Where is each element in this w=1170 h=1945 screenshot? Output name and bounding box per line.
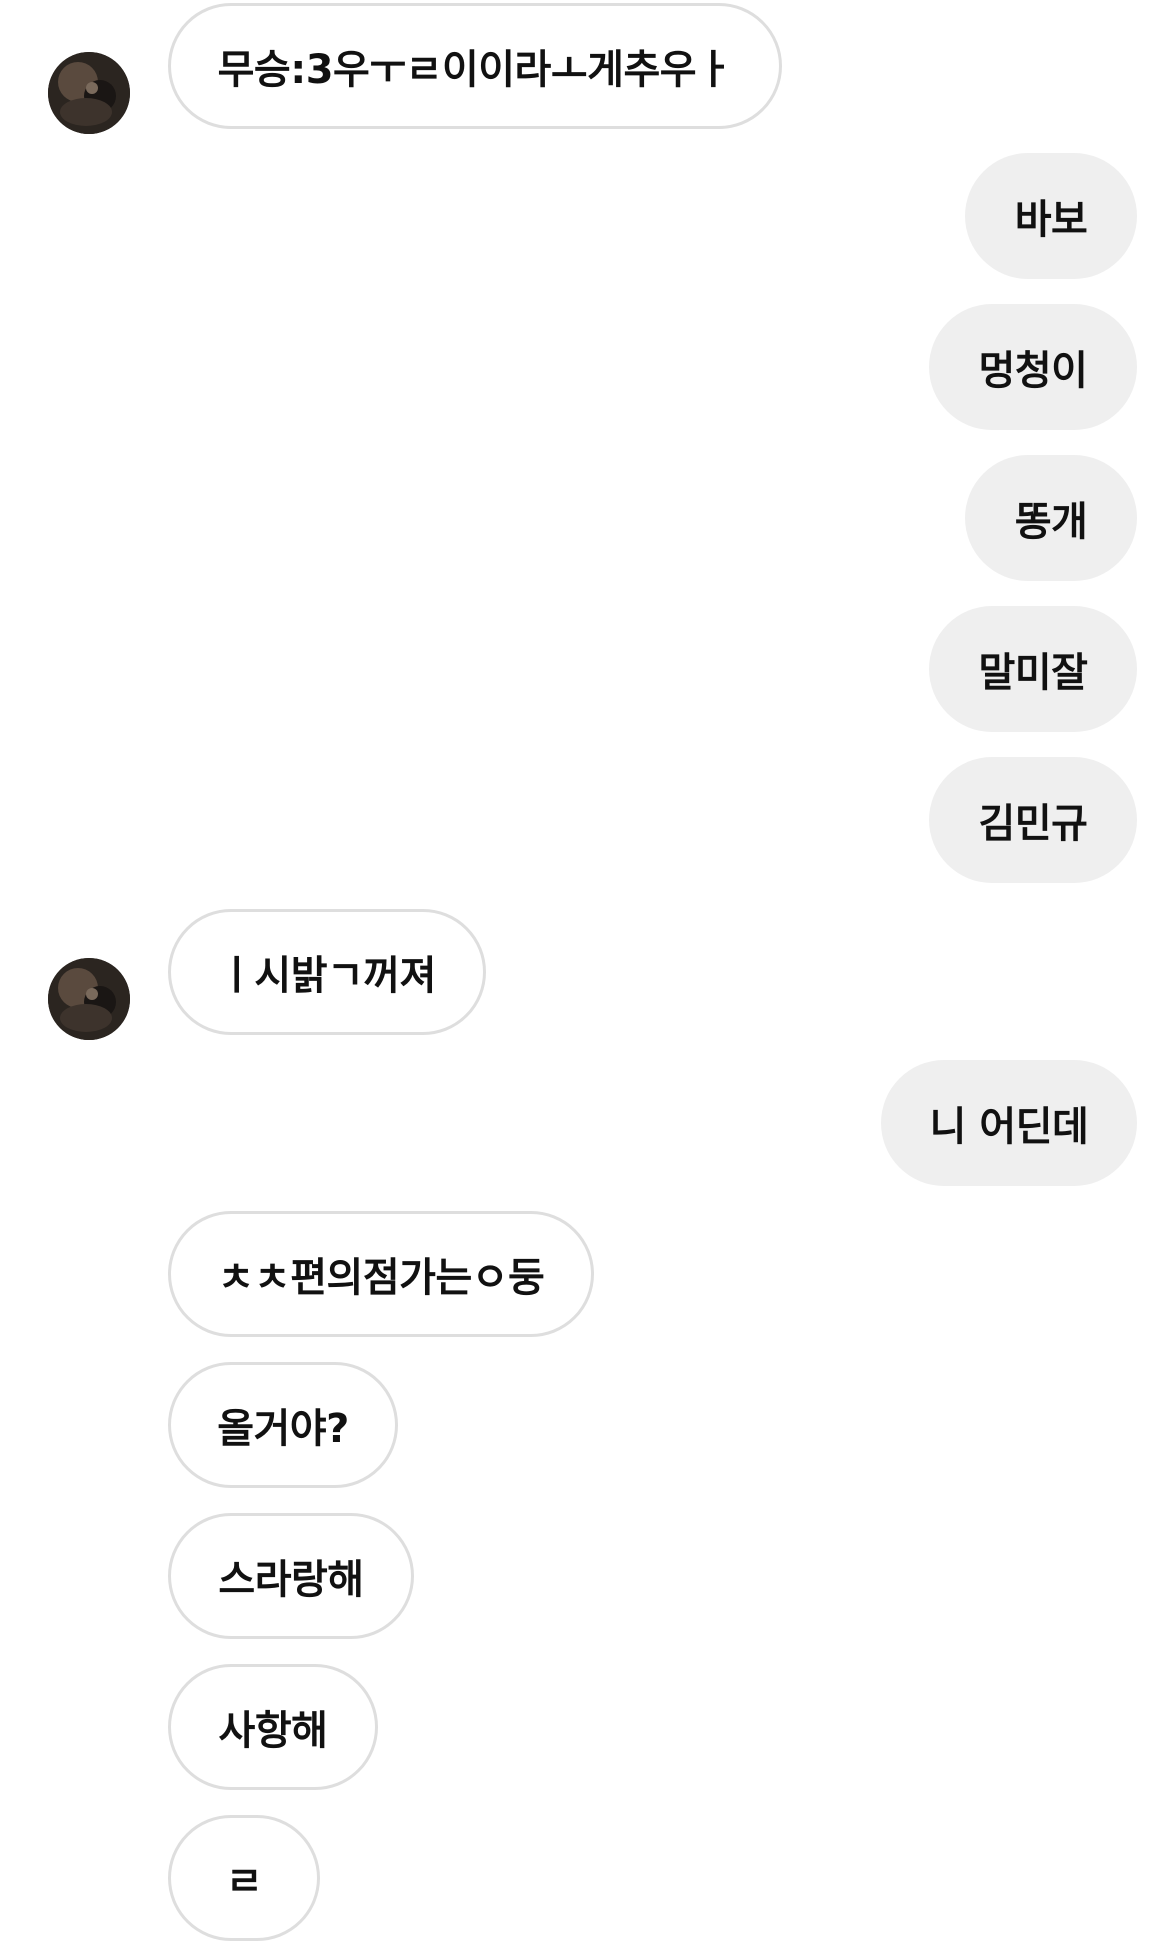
message-bubble-incoming[interactable]: 올거야?	[168, 1362, 398, 1488]
message-row-incoming: 무승:3우ㅜㄹ이이라ㅗ게추우ㅏ	[0, 3, 1170, 134]
message-text: ㅊㅊ편의점가는ㅇ둥	[217, 1255, 545, 1301]
contact-avatar[interactable]	[48, 52, 130, 134]
message-bubble-incoming[interactable]: ㅣ시밝ㄱ꺼져	[168, 909, 486, 1035]
message-bubble-outgoing[interactable]: 멍청이	[929, 304, 1137, 430]
message-text: 스라랑해	[218, 1557, 364, 1603]
message-row-incoming: 사항해	[0, 1664, 1170, 1794]
message-bubble-outgoing[interactable]: 말미잘	[929, 606, 1137, 732]
message-text: 김민규	[978, 801, 1088, 847]
message-bubble-incoming[interactable]: 사항해	[168, 1664, 378, 1790]
message-text: 똥개	[1014, 499, 1088, 545]
message-text: 바보	[1014, 197, 1088, 243]
message-bubble-outgoing[interactable]: 김민규	[929, 757, 1137, 883]
message-row-outgoing: 똥개	[0, 455, 1170, 585]
message-text: 멍청이	[978, 348, 1088, 394]
message-row-outgoing: 말미잘	[0, 606, 1170, 736]
message-text: 사항해	[218, 1708, 328, 1754]
message-text: ㄹ	[225, 1859, 263, 1905]
message-bubble-outgoing[interactable]: 바보	[965, 153, 1137, 279]
message-row-incoming: ㄹ	[0, 1815, 1170, 1945]
message-text: 니 어딘데	[929, 1104, 1089, 1150]
message-bubble-incoming[interactable]: ㄹ	[168, 1815, 320, 1941]
message-text: 말미잘	[978, 650, 1088, 696]
contact-avatar[interactable]	[48, 958, 130, 1040]
message-row-incoming: ㅣ시밝ㄱ꺼져	[0, 909, 1170, 1040]
message-text: ㅣ시밝ㄱ꺼져	[218, 953, 436, 999]
message-bubble-incoming[interactable]: 스라랑해	[168, 1513, 414, 1639]
message-row-outgoing: 멍청이	[0, 304, 1170, 434]
message-bubble-outgoing[interactable]: 똥개	[965, 455, 1137, 581]
message-bubble-outgoing[interactable]: 니 어딘데	[881, 1060, 1137, 1186]
avatar-photo-icon	[48, 958, 130, 1040]
message-row-incoming: 올거야?	[0, 1362, 1170, 1492]
message-row-outgoing: 김민규	[0, 757, 1170, 887]
message-bubble-incoming[interactable]: ㅊㅊ편의점가는ㅇ둥	[168, 1211, 594, 1337]
message-text: 무승:3우ㅜㄹ이이라ㅗ게추우ㅏ	[217, 47, 733, 93]
message-row-incoming: ㅊㅊ편의점가는ㅇ둥	[0, 1211, 1170, 1341]
message-text: 올거야?	[217, 1406, 349, 1452]
message-bubble-incoming[interactable]: 무승:3우ㅜㄹ이이라ㅗ게추우ㅏ	[168, 3, 782, 129]
message-row-incoming: 스라랑해	[0, 1513, 1170, 1643]
message-row-outgoing: 바보	[0, 153, 1170, 283]
message-row-outgoing: 니 어딘데	[0, 1060, 1170, 1190]
avatar-photo-icon	[48, 52, 130, 134]
